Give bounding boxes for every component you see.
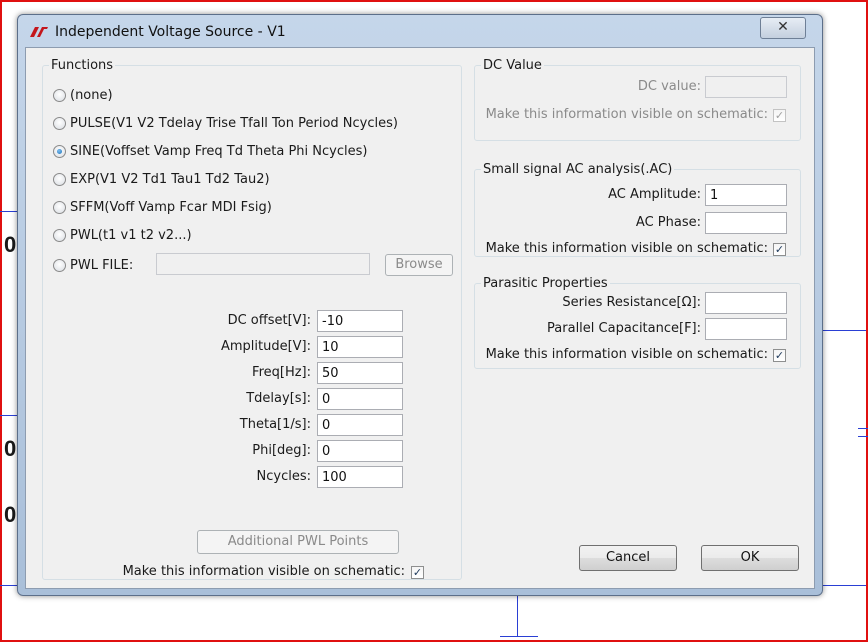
dialog-client: Functions (none) PULSE(V1 V2 Tdelay Tris… [25, 47, 815, 589]
schematic-wire [500, 636, 538, 637]
functions-group: Functions (none) PULSE(V1 V2 Tdelay Tris… [42, 58, 462, 580]
radio-exp[interactable]: EXP(V1 V2 Td1 Tau1 Td2 Tau2) [53, 170, 270, 188]
parallel-capacitance-label: Parallel Capacitance[F]: [547, 321, 701, 336]
param-input-phi[interactable] [317, 440, 403, 462]
param-label-tdelay: Tdelay[s]: [246, 391, 311, 406]
ac-amplitude-label: AC Amplitude: [608, 187, 701, 202]
ac-analysis-group: Small signal AC analysis(.AC) AC Amplitu… [474, 162, 801, 257]
radio-label: (none) [70, 87, 113, 103]
functions-visible-checkbox[interactable]: ✓ [411, 566, 424, 579]
radio-sine[interactable]: SINE(Voffset Vamp Freq Td Theta Phi Ncyc… [53, 142, 367, 160]
radio-label: PULSE(V1 V2 Tdelay Trise Tfall Ton Perio… [70, 115, 398, 131]
radio-button-selected[interactable] [53, 144, 66, 158]
ac-visible-label: Make this information visible on schemat… [485, 241, 768, 256]
series-resistance-input[interactable] [705, 292, 787, 314]
radio-pwl[interactable]: PWL(t1 v1 t2 v2...) [53, 226, 192, 244]
parallel-capacitance-input[interactable] [705, 318, 787, 340]
radio-button[interactable] [53, 172, 66, 186]
series-resistance-label: Series Resistance[Ω]: [562, 295, 701, 310]
ac-group-label: Small signal AC analysis(.AC) [481, 162, 675, 177]
radio-pwl-file[interactable]: PWL FILE: [53, 256, 133, 274]
radio-none[interactable]: (none) [53, 86, 113, 104]
ok-button[interactable]: OK [701, 545, 799, 571]
parasitic-visible-label: Make this information visible on schemat… [485, 347, 768, 362]
radio-button[interactable] [53, 258, 66, 272]
param-input-theta[interactable] [317, 414, 403, 436]
radio-button[interactable] [53, 200, 66, 214]
schematic-wire [858, 428, 868, 429]
parasitic-group-label: Parasitic Properties [481, 276, 610, 291]
ac-visible-checkbox[interactable]: ✓ [773, 243, 786, 256]
additional-pwl-points-button[interactable]: Additional PWL Points [197, 530, 399, 554]
ac-phase-input[interactable] [705, 212, 787, 234]
schematic-wire [0, 415, 17, 416]
pwl-file-input[interactable] [156, 253, 370, 275]
dialog-title: Independent Voltage Source - V1 [55, 24, 286, 40]
param-input-ncycles[interactable] [317, 466, 403, 488]
title-bar[interactable]: Independent Voltage Source - V1 ✕ [18, 15, 822, 49]
param-input-tdelay[interactable] [317, 388, 403, 410]
param-label-dc-offset: DC offset[V]: [227, 313, 311, 328]
ac-phase-label: AC Phase: [635, 215, 701, 230]
schematic-wire [517, 594, 518, 636]
schematic-label: 0 [4, 232, 17, 257]
param-input-amplitude[interactable] [317, 336, 403, 358]
dc-value-label: DC value: [637, 79, 701, 94]
param-input-freq[interactable] [317, 362, 403, 384]
browse-button[interactable]: Browse [385, 254, 453, 276]
param-label-theta: Theta[1/s]: [239, 417, 311, 432]
radio-label: EXP(V1 V2 Td1 Tau1 Td2 Tau2) [70, 171, 270, 187]
param-label-freq: Freq[Hz]: [252, 365, 311, 380]
dc-value-group: DC Value DC value: Make this information… [474, 58, 801, 141]
parasitic-visible-checkbox[interactable]: ✓ [773, 349, 786, 362]
param-label-ncycles: Ncycles: [256, 469, 311, 484]
param-label-amplitude: Amplitude[V]: [220, 339, 311, 354]
radio-button[interactable] [53, 116, 66, 130]
radio-label: PWL(t1 v1 t2 v2...) [70, 227, 192, 243]
radio-label: PWL FILE: [70, 257, 134, 273]
radio-sffm[interactable]: SFFM(Voff Vamp Fcar MDI Fsig) [53, 198, 272, 216]
ltspice-logo-icon [30, 27, 48, 37]
dc-value-input[interactable] [705, 76, 787, 98]
radio-button[interactable] [53, 228, 66, 242]
radio-pulse[interactable]: PULSE(V1 V2 Tdelay Trise Tfall Ton Perio… [53, 114, 398, 132]
parasitic-group: Parasitic Properties Series Resistance[Ω… [474, 276, 801, 369]
cancel-button[interactable]: Cancel [579, 545, 677, 571]
dialog-window: Independent Voltage Source - V1 ✕ Functi… [17, 14, 823, 596]
functions-group-label: Functions [49, 58, 116, 73]
param-label-phi: Phi[deg]: [252, 443, 311, 458]
schematic-wire [821, 330, 866, 331]
schematic-wire [0, 211, 17, 212]
param-input-dc-offset[interactable] [317, 310, 403, 332]
schematic-label: 0 [4, 502, 17, 527]
ac-amplitude-input[interactable] [705, 184, 787, 206]
dc-value-group-label: DC Value [481, 58, 544, 73]
radio-label: SFFM(Voff Vamp Fcar MDI Fsig) [70, 199, 272, 215]
radio-label: SINE(Voffset Vamp Freq Td Theta Phi Ncyc… [70, 143, 368, 159]
schematic-label: 0 [4, 436, 17, 461]
close-button[interactable]: ✕ [760, 17, 806, 39]
schematic-wire [858, 436, 868, 437]
functions-visible-label: Make this information visible on schemat… [122, 564, 405, 579]
radio-button[interactable] [53, 88, 66, 102]
dc-visible-checkbox[interactable]: ✓ [773, 109, 786, 122]
close-icon: ✕ [777, 19, 789, 35]
dc-visible-label: Make this information visible on schemat… [485, 107, 768, 122]
